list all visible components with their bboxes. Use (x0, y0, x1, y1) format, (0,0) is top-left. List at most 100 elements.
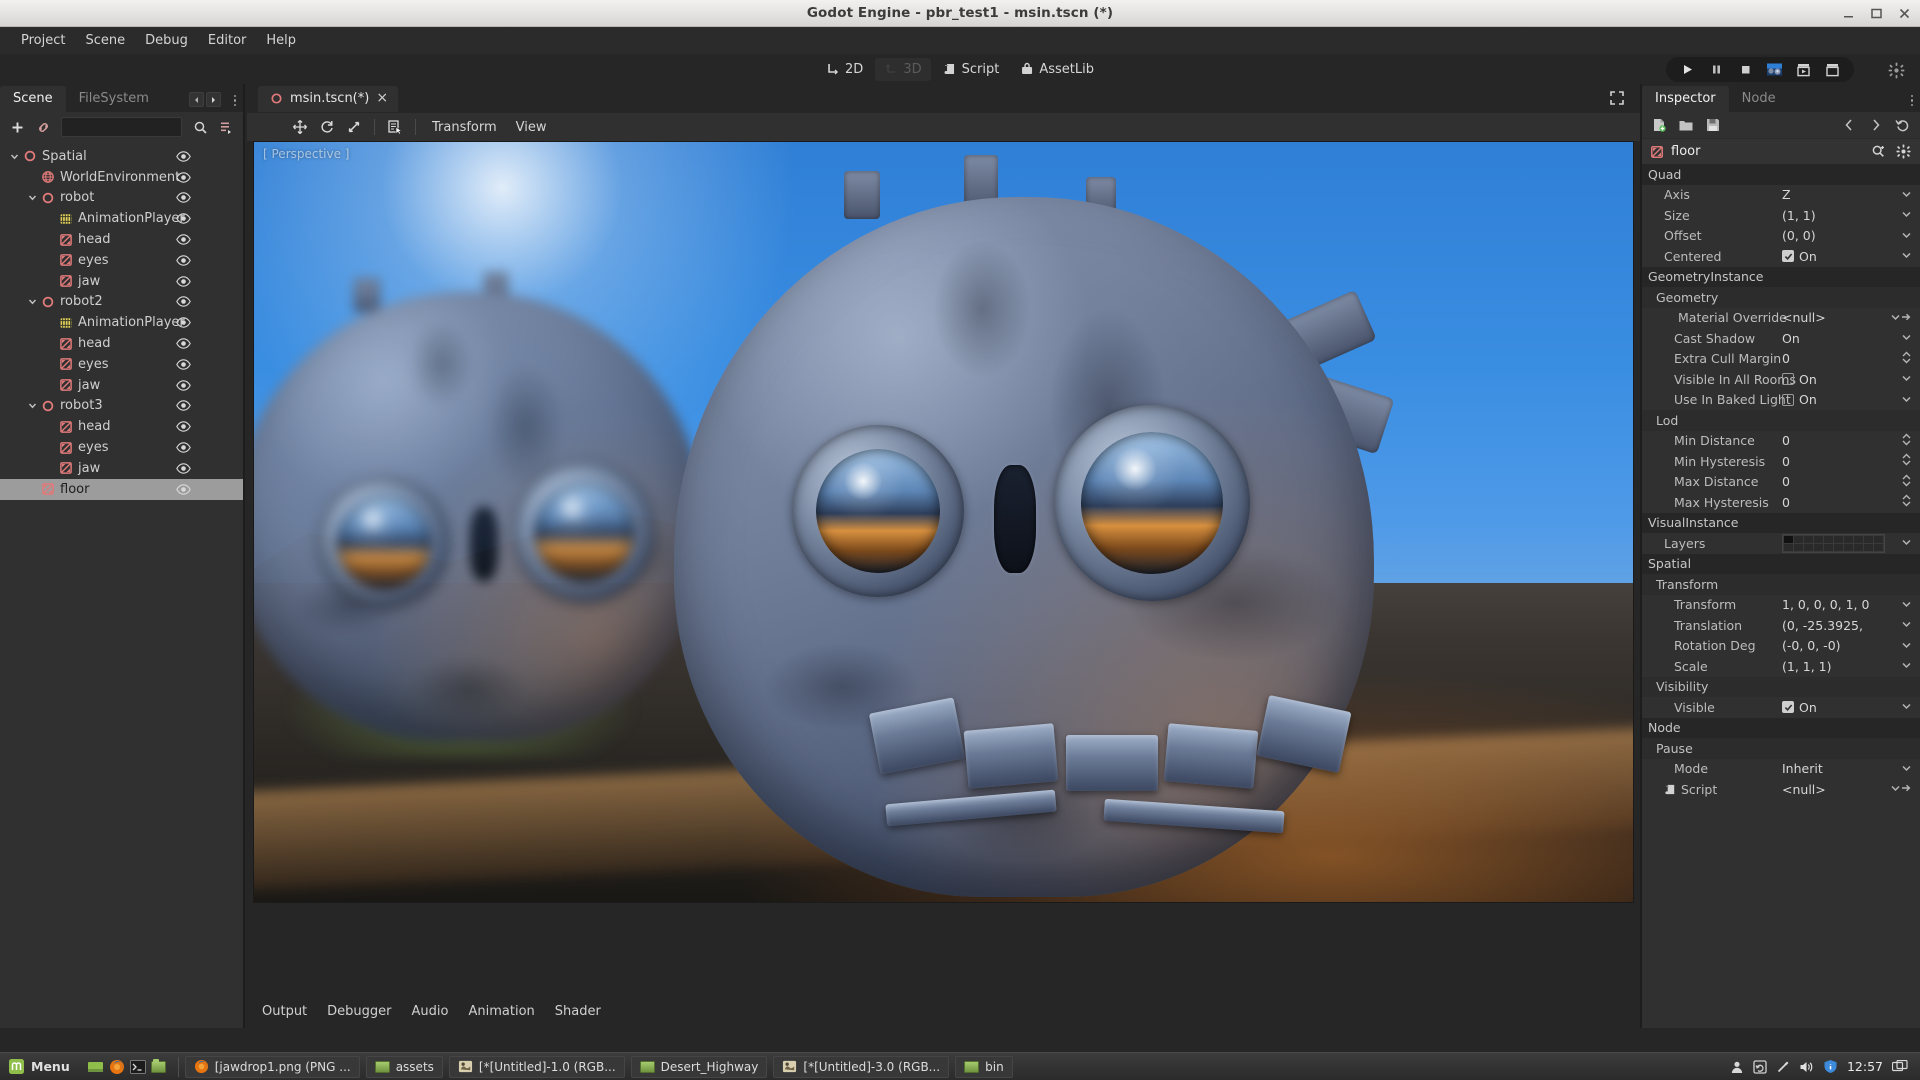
menu-project[interactable]: Project (12, 30, 74, 51)
dropdown-arrow[interactable] (1901, 761, 1912, 776)
visibility-toggle-icon[interactable] (175, 294, 191, 310)
visibility-toggle-icon[interactable] (175, 460, 191, 476)
visibility-toggle-icon[interactable] (175, 148, 191, 164)
visibility-toggle-icon[interactable] (175, 377, 191, 393)
property-value[interactable]: On (1782, 331, 1920, 346)
taskbar-window-item[interactable]: bin (955, 1055, 1013, 1078)
scene-tree-item-jaw[interactable]: jaw (0, 271, 243, 292)
tab-prev-button[interactable] (189, 92, 204, 107)
visibility-toggle-icon[interactable] (175, 252, 191, 268)
tab-animation[interactable]: Animation (459, 1000, 543, 1023)
inspector-property-mode[interactable]: Mode Inherit (1642, 759, 1920, 780)
layer-cell[interactable] (1854, 543, 1863, 551)
menu-scene[interactable]: Scene (76, 30, 134, 51)
workspace-switcher-icon[interactable] (1892, 1060, 1908, 1073)
add-node-button[interactable] (6, 116, 28, 138)
twisty-open-icon[interactable] (26, 191, 39, 204)
new-resource-button[interactable] (1650, 116, 1668, 134)
scene-tree-item-robot3[interactable]: robot3 (0, 396, 243, 417)
scene-tab-msin[interactable]: msin.tscn(*) × (258, 85, 399, 112)
tab-script[interactable]: Script (934, 58, 1009, 81)
menu-help[interactable]: Help (257, 30, 305, 51)
scene-tree-item-eyes[interactable]: eyes (0, 354, 243, 375)
inspector-property-use-in-baked-light[interactable]: Use In Baked Light On (1642, 390, 1920, 411)
view-menu[interactable]: View (508, 117, 555, 138)
play-scene-button[interactable] (1761, 58, 1788, 81)
terminal-icon[interactable] (129, 1059, 146, 1074)
property-value[interactable]: Inherit (1782, 761, 1920, 776)
tab-filesystem[interactable]: FileSystem (66, 86, 162, 112)
dropdown-arrow[interactable] (1901, 331, 1912, 346)
user-icon[interactable] (1730, 1060, 1744, 1074)
checkbox[interactable] (1782, 250, 1794, 263)
pause-button[interactable] (1703, 58, 1730, 81)
scene-tree-item-eyes[interactable]: eyes (0, 250, 243, 271)
twisty-open-icon[interactable] (8, 150, 21, 163)
visibility-toggle-icon[interactable] (175, 398, 191, 414)
scale-tool[interactable] (342, 116, 366, 138)
list-select-tool[interactable] (383, 116, 407, 138)
inspector-back-button[interactable] (1840, 116, 1858, 134)
scene-tree-item-floor[interactable]: floor (0, 478, 243, 500)
layer-cell[interactable] (1784, 543, 1793, 551)
property-value[interactable]: (0, -25.3925, (1782, 618, 1920, 633)
dropdown-arrow[interactable] (1901, 536, 1912, 551)
transform-menu[interactable]: Transform (424, 117, 505, 138)
save-resource-button[interactable] (1704, 116, 1722, 134)
layer-cell[interactable] (1804, 535, 1813, 543)
property-value[interactable]: (1, 1, 1) (1782, 659, 1920, 674)
spinner-arrows[interactable] (1901, 494, 1912, 510)
show-desktop-icon[interactable] (87, 1060, 104, 1074)
visibility-toggle-icon[interactable] (175, 211, 191, 227)
property-value[interactable]: 0 (1782, 474, 1920, 489)
move-tool[interactable] (288, 116, 312, 138)
visibility-toggle-icon[interactable] (175, 336, 191, 352)
inspector-property-max-distance[interactable]: Max Distance 0 (1642, 472, 1920, 493)
start-menu-button[interactable]: Menu (4, 1056, 78, 1077)
property-value[interactable]: 0 (1782, 351, 1920, 366)
inspector-property-offset[interactable]: Offset (0, 0) (1642, 226, 1920, 247)
tab-audio[interactable]: Audio (403, 1000, 458, 1023)
resource-picker[interactable] (1890, 310, 1912, 325)
shield-icon[interactable] (1823, 1059, 1838, 1074)
layer-cell[interactable] (1794, 543, 1803, 551)
property-value[interactable]: Z (1782, 187, 1920, 202)
menu-editor[interactable]: Editor (199, 30, 255, 51)
layer-cell[interactable] (1874, 543, 1883, 551)
search-icon[interactable] (189, 116, 211, 138)
inspector-group-transform[interactable]: Transform (1642, 574, 1920, 595)
layer-cell[interactable] (1874, 535, 1883, 543)
visibility-toggle-icon[interactable] (175, 273, 191, 289)
scene-tree-item-spatial[interactable]: Spatial (0, 146, 243, 167)
resource-picker[interactable] (1890, 782, 1912, 797)
property-value[interactable]: On (1782, 372, 1920, 387)
property-value[interactable]: 0 (1782, 495, 1920, 510)
search-icon[interactable] (1869, 143, 1887, 161)
play-button[interactable] (1674, 58, 1701, 81)
spinner-arrows[interactable] (1901, 453, 1912, 469)
dropdown-arrow[interactable] (1901, 597, 1912, 612)
filter-button[interactable] (215, 116, 237, 138)
files-icon[interactable] (150, 1058, 166, 1073)
property-value[interactable]: (0, 0) (1782, 228, 1920, 243)
visibility-toggle-icon[interactable] (175, 419, 191, 435)
tab-3d[interactable]: 3D (875, 57, 931, 81)
inspector-group-geometry[interactable]: Geometry (1642, 287, 1920, 308)
dropdown-arrow[interactable] (1901, 208, 1912, 223)
tab-shader[interactable]: Shader (546, 1000, 610, 1023)
inspector-property-layers[interactable]: Layers (1642, 533, 1920, 554)
scene-tree-item-head[interactable]: head (0, 333, 243, 354)
layer-cell[interactable] (1804, 543, 1813, 551)
dropdown-arrow[interactable] (1901, 659, 1912, 674)
inspector-property-min-distance[interactable]: Min Distance 0 (1642, 431, 1920, 452)
taskbar-window-item[interactable]: Desert_Highway (630, 1055, 768, 1078)
inspector-group-visibility[interactable]: Visibility (1642, 676, 1920, 697)
inspector-property-centered[interactable]: Centered On (1642, 246, 1920, 267)
scene-tree-item-jaw[interactable]: jaw (0, 375, 243, 396)
scene-tree-item-robot2[interactable]: robot2 (0, 292, 243, 313)
scene-tree-item-robot[interactable]: robot (0, 188, 243, 209)
dock-options-button[interactable] (233, 94, 236, 106)
usb-icon[interactable] (1776, 1060, 1790, 1074)
inspector-property-transform[interactable]: Transform 1, 0, 0, 0, 1, 0 (1642, 595, 1920, 616)
visibility-toggle-icon[interactable] (175, 190, 191, 206)
